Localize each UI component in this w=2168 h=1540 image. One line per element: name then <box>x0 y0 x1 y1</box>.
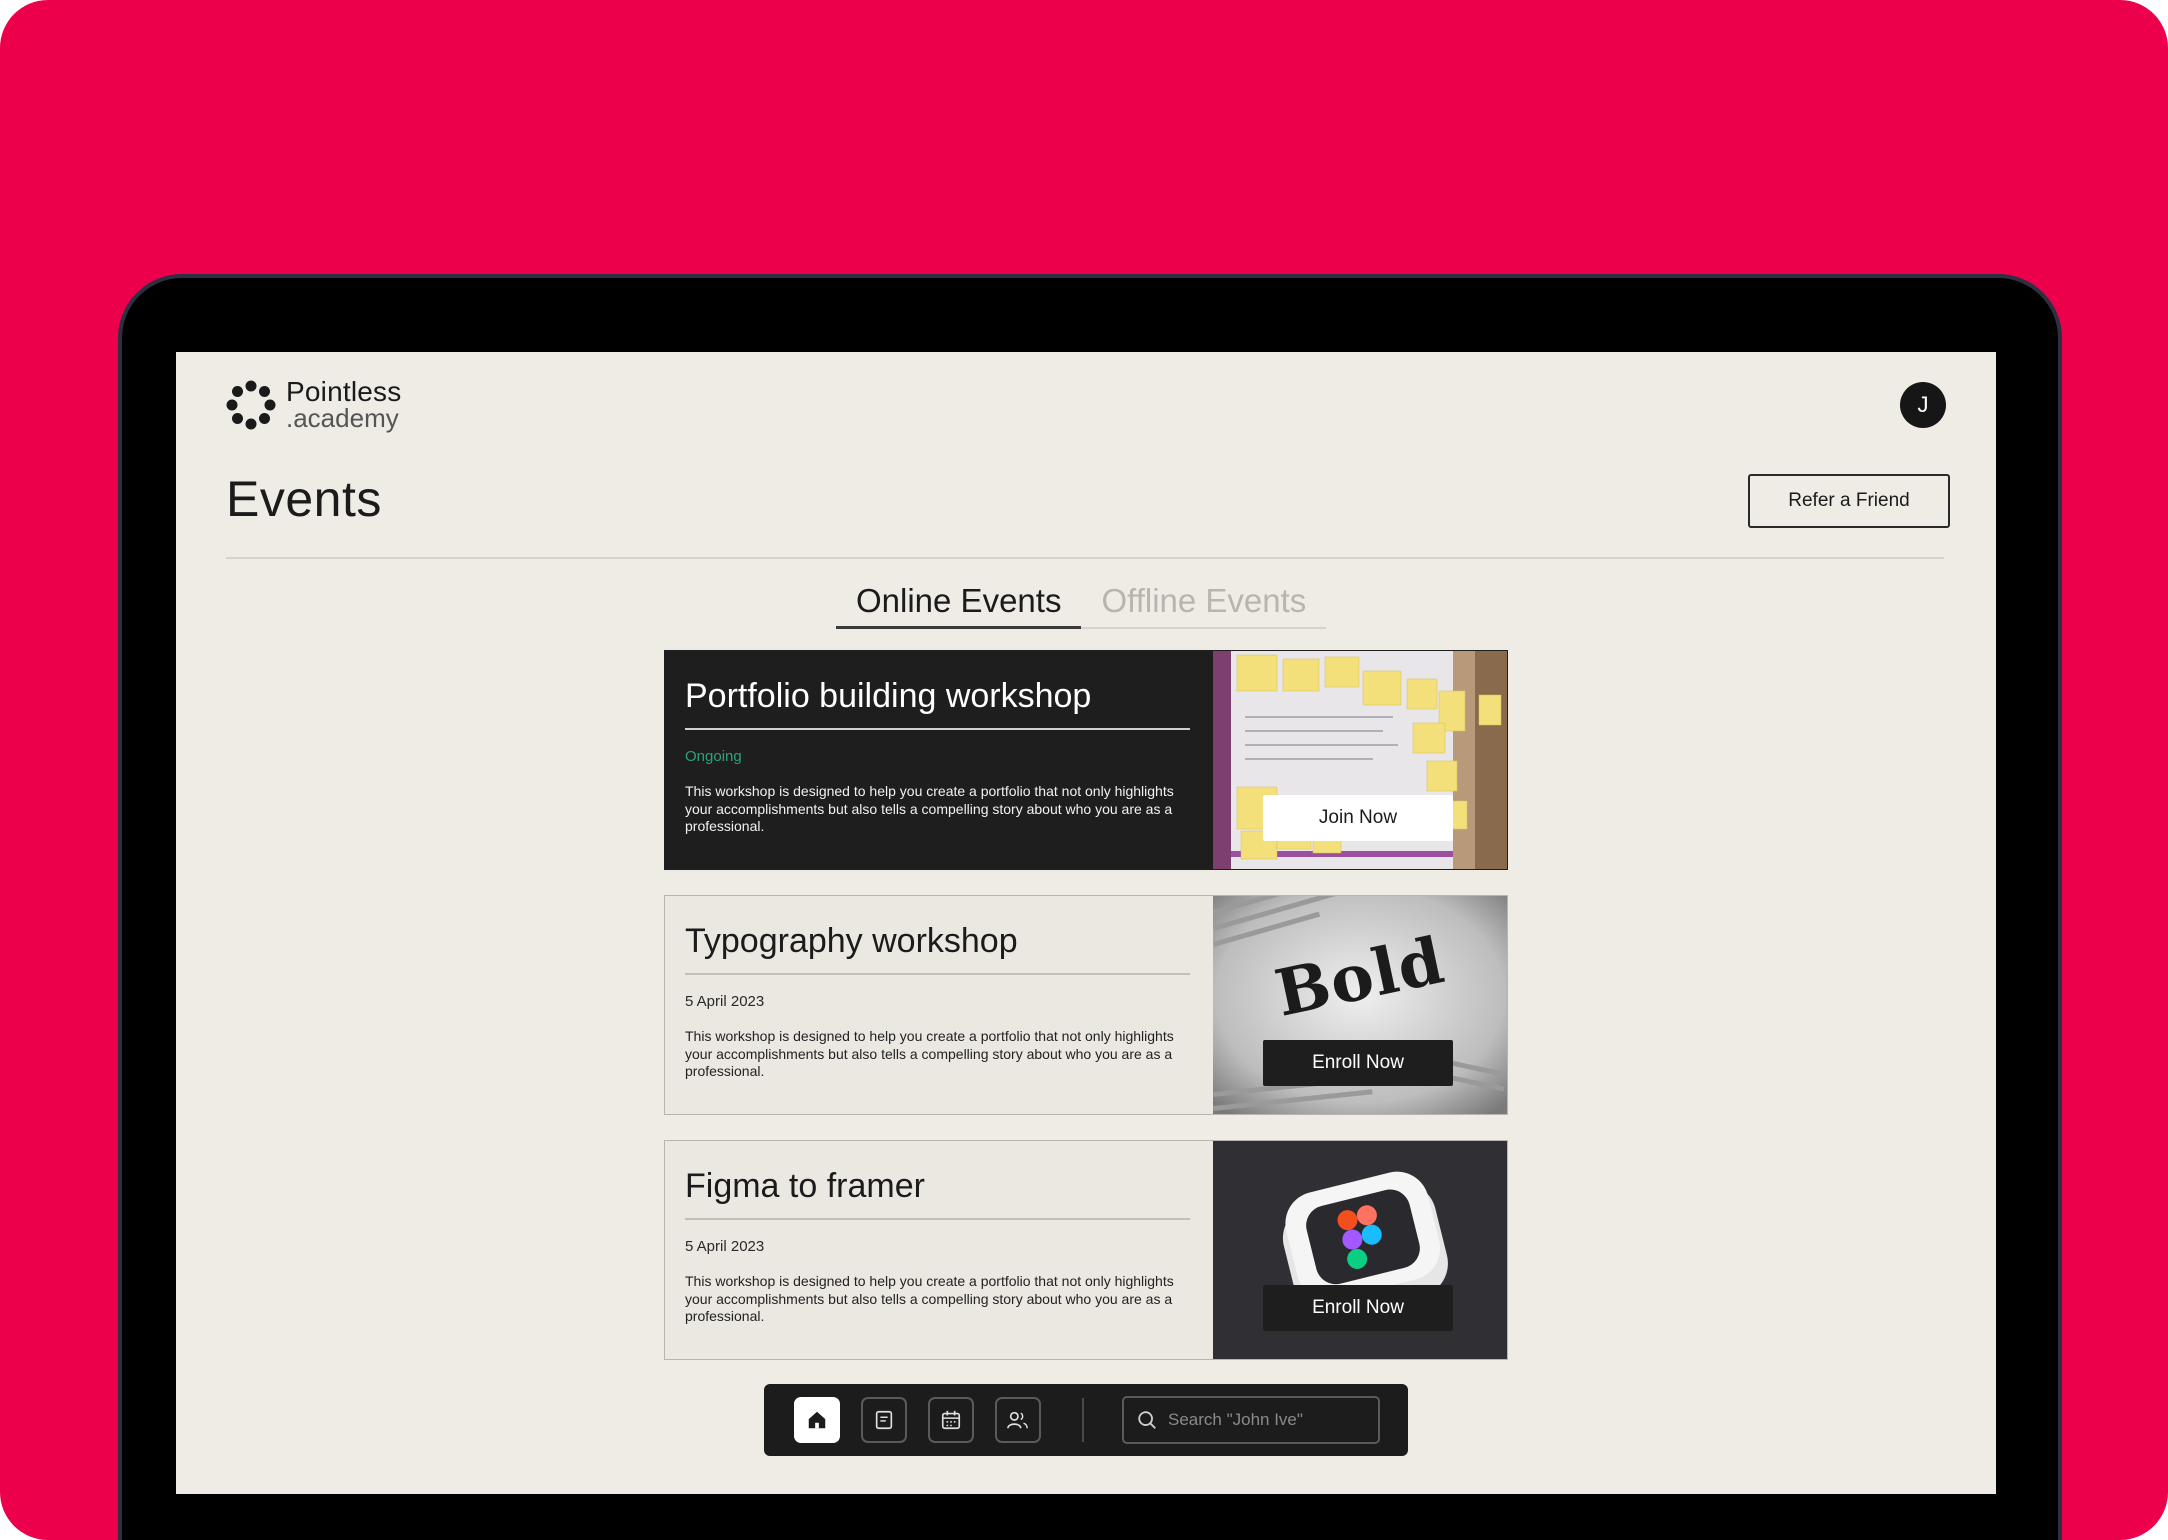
dock-calendar-button[interactable] <box>928 1397 974 1443</box>
dock-home-button[interactable] <box>794 1397 840 1443</box>
brand-logo[interactable]: Pointless .academy <box>226 378 401 431</box>
user-avatar[interactable]: J <box>1900 382 1946 428</box>
event-title: Typography workshop <box>685 922 1190 975</box>
event-card-portfolio[interactable]: Portfolio building workshop Ongoing This… <box>664 650 1508 870</box>
event-description: This workshop is designed to help you cr… <box>685 1273 1174 1324</box>
event-date: 5 April 2023 <box>685 1238 765 1255</box>
users-icon <box>1007 1411 1028 1429</box>
tab-offline-events[interactable]: Offline Events <box>1081 582 1327 629</box>
search-box[interactable] <box>1122 1396 1380 1444</box>
event-description: This workshop is designed to help you cr… <box>685 783 1174 834</box>
enroll-now-button[interactable]: Enroll Now <box>1263 1285 1453 1331</box>
event-list: Portfolio building workshop Ongoing This… <box>664 650 1508 1385</box>
event-status: Ongoing <box>685 748 742 765</box>
brand-name: Pointless .academy <box>286 376 402 433</box>
dock-documents-button[interactable] <box>861 1397 907 1443</box>
event-title: Figma to framer <box>685 1167 1190 1220</box>
join-now-button[interactable]: Join Now <box>1263 795 1453 841</box>
search-input[interactable] <box>1168 1410 1368 1430</box>
brand-name-line2: .academy <box>286 403 399 433</box>
event-image-sticky-notes: Join Now <box>1213 651 1507 869</box>
bottom-dock <box>764 1384 1408 1456</box>
refer-friend-button[interactable]: Refer a Friend <box>1748 474 1950 528</box>
brand-name-line1: Pointless <box>286 376 402 407</box>
event-description: This workshop is designed to help you cr… <box>685 1028 1174 1079</box>
event-tabs: Online Events Offline Events <box>836 582 1327 629</box>
event-card-body: Typography workshop 5 April 2023 This wo… <box>685 922 1190 1081</box>
event-card-typography[interactable]: Typography workshop 5 April 2023 This wo… <box>664 895 1508 1115</box>
document-icon <box>875 1410 893 1430</box>
dock-separator <box>1082 1398 1084 1442</box>
search-icon <box>1138 1411 1156 1429</box>
event-card-body: Figma to framer 5 April 2023 This worksh… <box>685 1167 1190 1326</box>
event-image-figma: Enroll Now <box>1213 1141 1507 1359</box>
page-title: Events <box>226 471 382 527</box>
home-icon <box>808 1411 826 1429</box>
event-date: 5 April 2023 <box>685 993 765 1010</box>
tab-online-events[interactable]: Online Events <box>836 582 1082 629</box>
header-divider <box>226 557 1944 559</box>
enroll-now-button[interactable]: Enroll Now <box>1263 1040 1453 1086</box>
event-title: Portfolio building workshop <box>685 677 1190 730</box>
app-screen: Pointless .academy J Events Refer a Frie… <box>176 352 1996 1494</box>
event-image-typography: Bold Enroll Now <box>1213 896 1507 1114</box>
event-card-figma[interactable]: Figma to framer 5 April 2023 This worksh… <box>664 1140 1508 1360</box>
dock-users-button[interactable] <box>995 1397 1041 1443</box>
calendar-icon <box>941 1410 961 1430</box>
logo-mark-icon <box>226 380 276 429</box>
event-card-body: Portfolio building workshop Ongoing This… <box>685 677 1190 836</box>
background: Pointless .academy J Events Refer a Frie… <box>0 0 2168 1540</box>
